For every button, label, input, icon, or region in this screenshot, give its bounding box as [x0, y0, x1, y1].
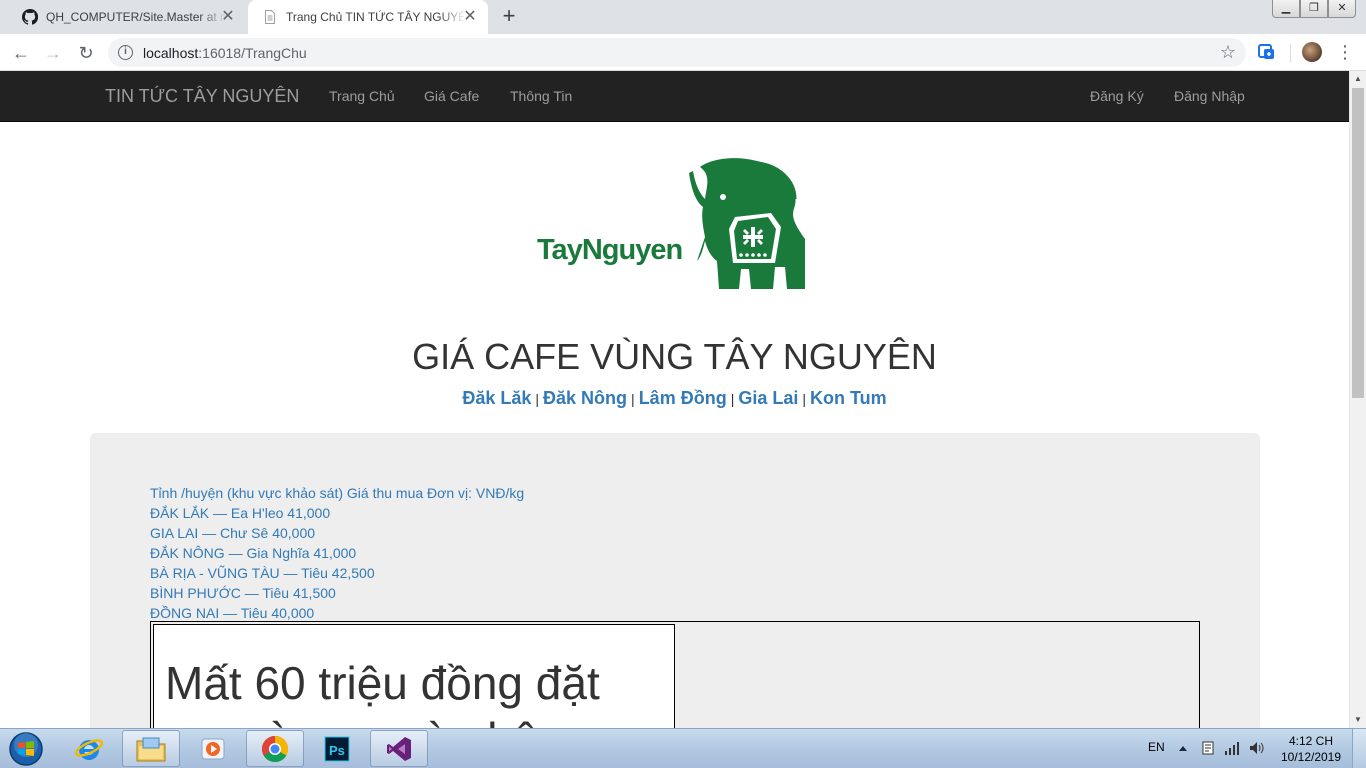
clock-time: 4:12 CH	[1288, 734, 1334, 748]
tab-close-icon[interactable]: ✕	[220, 9, 236, 25]
news-card[interactable]: Mất 60 triệu đồng đặt cọc vì mua cà phê	[153, 624, 675, 728]
region-links: Đăk Lăk | Đăk Nông | Lâm Đồng | Gia Lai | Kon Tu…	[0, 388, 1349, 409]
show-desktop-button[interactable]	[1352, 729, 1366, 768]
url-text: localhost:16018/TrangChu	[143, 45, 307, 61]
region-link-daknong[interactable]: Đăk Nông	[543, 388, 627, 408]
news-container: Mất 60 triệu đồng đặt cọc vì mua cà phê	[150, 621, 1200, 728]
minimize-button[interactable]: ▁	[1272, 0, 1300, 18]
media-player-icon	[201, 738, 225, 759]
extension-icon[interactable]	[1258, 43, 1276, 61]
price-row: ĐỒNG NAI — Tiêu 40,000	[150, 605, 315, 621]
volume-icon[interactable]	[1248, 740, 1264, 756]
price-row: ĐẮK LẮK — Ea H'leo 41,000	[150, 505, 331, 521]
clock-date: 10/12/2019	[1280, 750, 1342, 764]
taskbar-chrome[interactable]	[246, 730, 304, 767]
region-link-daklak[interactable]: Đăk Lăk	[462, 388, 531, 408]
region-link-gialai[interactable]: Gia Lai	[738, 388, 798, 408]
window-controls: ▁ ❐ ✕	[1272, 0, 1356, 18]
scrollbar-thumb[interactable]	[1352, 88, 1364, 398]
forward-arrow-icon[interactable]: →	[41, 41, 65, 65]
browser-tab-active[interactable]: Trang Chủ TIN TỨC TÂY NGUYÊN ✕	[248, 0, 488, 34]
taskbar-explorer[interactable]	[122, 730, 180, 767]
profile-avatar[interactable]	[1302, 42, 1322, 62]
close-window-button[interactable]: ✕	[1328, 0, 1356, 18]
browser-tabstrip: QH_COMPUTER/Site.Master at m ✕ Trang Chủ…	[0, 0, 1366, 34]
news-title[interactable]: Mất 60 triệu đồng đặt cọc vì mua cà phê	[165, 655, 665, 728]
scroll-up-arrow-icon[interactable]: ▲	[1350, 71, 1366, 87]
new-tab-button[interactable]: +	[498, 5, 520, 28]
address-bar[interactable]: i localhost:16018/TrangChu ☆	[108, 38, 1246, 67]
region-separator: |	[535, 391, 540, 407]
input-language[interactable]: EN	[1148, 740, 1165, 754]
taskbar-visual-studio[interactable]	[370, 730, 428, 767]
page-viewport: TIN TỨC TÂY NGUYÊN Trang Chủ Giá Cafe Th…	[0, 71, 1349, 728]
visual-studio-icon	[387, 736, 411, 761]
nav-link-login[interactable]: Đăng Nhập	[1174, 88, 1245, 104]
taskbar-photoshop[interactable]: Ps	[308, 730, 366, 767]
page-icon	[265, 10, 275, 24]
url-host: localhost	[143, 45, 199, 61]
url-path: :16018/TrangChu	[198, 45, 307, 61]
page-headline: GIÁ CAFE VÙNG TÂY NGUYÊN	[412, 336, 937, 377]
price-header: Tỉnh /huyện (khu vực khảo sát) Giá thu m…	[150, 485, 525, 501]
tray-overflow-icon[interactable]	[1178, 744, 1188, 752]
taskbar-clock[interactable]: 4:12 CH 10/12/2019	[1276, 733, 1346, 765]
windows-start-icon[interactable]	[6, 731, 46, 767]
internet-explorer-icon	[74, 738, 104, 760]
nav-link-info[interactable]: Thông Tin	[510, 88, 572, 104]
photoshop-icon: Ps	[324, 736, 350, 761]
price-row: BÀ RỊA - VŨNG TÀU — Tiêu 42,500	[150, 565, 375, 581]
github-icon	[22, 9, 38, 25]
price-list: Tỉnh /huyện (khu vực khảo sát) Giá thu m…	[150, 483, 524, 623]
elephant-logo-icon: TayNguyen	[537, 158, 805, 289]
site-brand-link[interactable]: TIN TỨC TÂY NGUYÊN	[105, 86, 299, 107]
price-panel: Tỉnh /huyện (khu vực khảo sát) Giá thu m…	[90, 433, 1260, 728]
back-arrow-icon[interactable]: ←	[9, 41, 33, 65]
region-separator: |	[730, 391, 735, 407]
price-row: GIA LAI — Chư Sê 40,000	[150, 525, 316, 541]
bookmark-star-icon[interactable]: ☆	[1220, 42, 1236, 63]
nav-link-register[interactable]: Đăng Ký	[1090, 88, 1144, 104]
taskbar-ie[interactable]	[60, 730, 118, 767]
browser-toolbar: ← → ↻ i localhost:16018/TrangChu ☆	[0, 34, 1366, 71]
svg-text:Ps: Ps	[329, 743, 345, 758]
tab-title: Trang Chủ TIN TỨC TÂY NGUYÊN	[286, 10, 466, 24]
region-link-kontum[interactable]: Kon Tum	[810, 388, 887, 408]
taskbar-media[interactable]	[184, 730, 242, 767]
info-icon[interactable]: i	[118, 45, 133, 60]
restore-button[interactable]: ❐	[1300, 0, 1328, 18]
browser-tab-github[interactable]: QH_COMPUTER/Site.Master at m ✕	[8, 0, 246, 34]
reload-icon[interactable]: ↻	[74, 41, 98, 65]
kebab-menu-icon[interactable]: ⋮	[1336, 40, 1354, 64]
toolbar-separator	[1290, 44, 1291, 62]
tab-title: QH_COMPUTER/Site.Master at m	[46, 10, 226, 24]
nav-link-home[interactable]: Trang Chủ	[329, 88, 395, 104]
nav-link-coffee-price[interactable]: Giá Cafe	[424, 88, 479, 104]
logo-text: TayNguyen	[537, 234, 682, 266]
page-scrollbar[interactable]: ▲ ▼	[1349, 71, 1366, 728]
folder-icon	[136, 737, 166, 761]
region-separator: |	[631, 391, 635, 407]
scroll-down-arrow-icon[interactable]: ▼	[1350, 712, 1366, 728]
action-center-icon[interactable]	[1200, 740, 1216, 756]
network-icon[interactable]	[1224, 740, 1240, 756]
site-navbar: TIN TỨC TÂY NGUYÊN Trang Chủ Giá Cafe Th…	[0, 71, 1349, 122]
region-separator: |	[802, 391, 806, 407]
price-row: ĐẮK NÔNG — Gia Nghĩa 41,000	[150, 545, 357, 561]
price-row: BÌNH PHƯỚC — Tiêu 41,500	[150, 585, 336, 601]
tab-close-icon[interactable]: ✕	[462, 9, 478, 25]
chrome-icon	[261, 735, 289, 762]
taynguyen-logo: TayNguyen	[535, 157, 810, 292]
region-link-lamdong[interactable]: Lâm Đồng	[639, 388, 727, 408]
